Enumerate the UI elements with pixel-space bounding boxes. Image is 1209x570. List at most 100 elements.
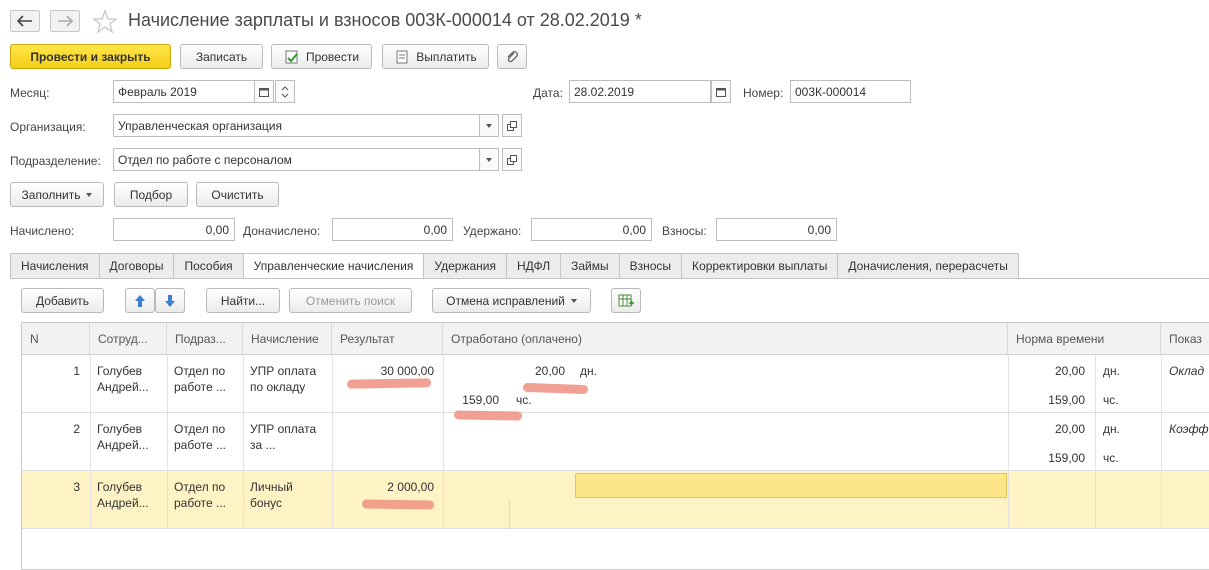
tab-contracts[interactable]: Договоры	[98, 253, 174, 279]
attach-button[interactable]	[497, 44, 527, 69]
norm-hours-value: 159,00	[1048, 451, 1085, 465]
favorite-star-icon[interactable]	[92, 9, 118, 35]
chevron-down-icon	[486, 123, 492, 128]
tab-recalculations[interactable]: Доначисления, перерасчеты	[837, 253, 1019, 279]
document-icon	[396, 50, 408, 63]
tab-divider	[10, 278, 1209, 279]
tab-contributions[interactable]: Взносы	[618, 253, 682, 279]
organization-open-button[interactable]	[502, 114, 522, 137]
tab-payment-corrections[interactable]: Корректировки выплаты	[681, 253, 838, 279]
cancel-corrections-button[interactable]: Отмена исправлений	[432, 288, 591, 313]
chevron-down-icon	[570, 298, 577, 303]
column-header-accrual[interactable]: Начисление	[243, 323, 332, 355]
department-name-cont: работе ...	[174, 380, 227, 394]
column-settings-button[interactable]	[611, 288, 641, 313]
column-divider	[1161, 355, 1162, 529]
accrual-name-cont: за ...	[250, 438, 276, 452]
department-field[interactable]: Отдел по работе с персоналом	[113, 148, 480, 171]
open-window-icon	[507, 120, 517, 131]
tab-loans[interactable]: Займы	[560, 253, 619, 279]
row-number: 2	[73, 422, 80, 436]
number-label: Номер:	[743, 86, 784, 100]
selected-cell[interactable]	[575, 473, 1007, 498]
back-button[interactable]	[10, 10, 40, 32]
date-calendar-button[interactable]	[711, 80, 731, 103]
column-header-department[interactable]: Подраз...	[167, 323, 243, 355]
column-header-indicator[interactable]: Показ	[1161, 323, 1209, 355]
employee-name: Голубев	[97, 422, 143, 436]
tab-accruals[interactable]: Начисления	[10, 253, 99, 279]
contributions-field[interactable]: 0,00	[716, 218, 837, 241]
cancel-search-button[interactable]: Отменить поиск	[289, 288, 412, 313]
norm-hours-unit: чс.	[1103, 393, 1119, 407]
accrual-name-cont: по окладу	[250, 380, 306, 394]
column-divider	[332, 355, 333, 529]
accrued-label: Начислено:	[10, 224, 75, 238]
save-button[interactable]: Записать	[180, 44, 263, 69]
arrow-down-icon	[165, 294, 175, 307]
number-field[interactable]: 003К-000014	[790, 80, 911, 103]
contributions-label: Взносы:	[662, 224, 707, 238]
accrued-field[interactable]: 0,00	[113, 218, 235, 241]
accrual-name: УПР оплата	[250, 422, 317, 436]
clear-button[interactable]: Очистить	[196, 182, 279, 207]
worked-hours-value: 159,00	[462, 393, 499, 407]
tab-benefits[interactable]: Пособия	[173, 253, 243, 279]
department-name-cont: работе ...	[174, 438, 227, 452]
find-button[interactable]: Найти...	[206, 288, 280, 313]
column-header-result[interactable]: Результат	[332, 323, 443, 355]
forward-button[interactable]	[50, 10, 80, 32]
extra-accrued-field[interactable]: 0,00	[332, 218, 453, 241]
column-header-n[interactable]: N	[22, 323, 90, 355]
pay-button[interactable]: Выплатить	[382, 44, 489, 69]
withheld-field[interactable]: 0,00	[531, 218, 652, 241]
column-divider	[443, 355, 444, 529]
worked-days-value: 20,00	[534, 364, 565, 378]
employee-name-cont: Андрей...	[97, 438, 149, 452]
column-divider	[509, 500, 510, 529]
department-name: Отдел по	[174, 422, 226, 436]
month-field[interactable]: Февраль 2019	[113, 80, 255, 103]
organization-field[interactable]: Управленческая организация	[113, 114, 480, 137]
employee-name: Голубев	[97, 364, 143, 378]
worked-hours-unit: чс.	[516, 393, 532, 407]
department-dropdown-button[interactable]	[479, 148, 499, 171]
row-number: 1	[73, 364, 80, 378]
fill-button[interactable]: Заполнить	[10, 182, 104, 207]
tab-ndfl[interactable]: НДФЛ	[505, 253, 561, 279]
post-button[interactable]: Провести	[271, 44, 372, 69]
highlight-mark	[453, 410, 523, 421]
post-and-close-button[interactable]: Провести и закрыть	[10, 44, 171, 69]
indicator-value: Оклад	[1169, 364, 1205, 378]
result-value: 2 000,00	[387, 480, 434, 494]
column-header-worked[interactable]: Отработано (оплачено)	[443, 323, 1008, 355]
column-divider	[90, 355, 91, 529]
select-button[interactable]: Подбор	[114, 182, 188, 207]
date-field[interactable]: 28.02.2019	[569, 80, 711, 103]
tab-management-accruals[interactable]: Управленческие начисления	[242, 253, 424, 279]
tab-bar: Начисления Договоры Пособия Управленческ…	[10, 253, 1019, 279]
month-calendar-button[interactable]	[254, 80, 274, 103]
department-open-button[interactable]	[502, 148, 522, 171]
extra-accrued-label: Доначислено:	[243, 224, 321, 238]
month-stepper[interactable]	[275, 80, 295, 103]
page-title: Начисление зарплаты и взносов 003К-00001…	[128, 10, 642, 30]
employee-name-cont: Андрей...	[97, 380, 149, 394]
column-header-norm-time[interactable]: Норма времени	[1008, 323, 1161, 355]
move-up-button[interactable]	[125, 288, 155, 313]
column-header-employee[interactable]: Сотруд...	[90, 323, 167, 355]
organization-dropdown-button[interactable]	[479, 114, 499, 137]
department-name: Отдел по	[174, 364, 226, 378]
move-down-button[interactable]	[155, 288, 185, 313]
table-settings-icon	[618, 294, 634, 306]
cancel-corrections-label: Отмена исправлений	[446, 293, 565, 308]
norm-days-value: 20,00	[1054, 422, 1085, 436]
tab-deductions[interactable]: Удержания	[423, 253, 506, 279]
worked-days-unit: дн.	[580, 364, 597, 378]
spinner-icon	[281, 85, 289, 98]
result-value: 30 000,00	[380, 364, 434, 378]
arrow-left-icon	[17, 15, 32, 27]
add-row-button[interactable]: Добавить	[21, 288, 104, 313]
arrow-right-icon	[58, 15, 73, 27]
accrual-name: Личный	[250, 480, 293, 494]
